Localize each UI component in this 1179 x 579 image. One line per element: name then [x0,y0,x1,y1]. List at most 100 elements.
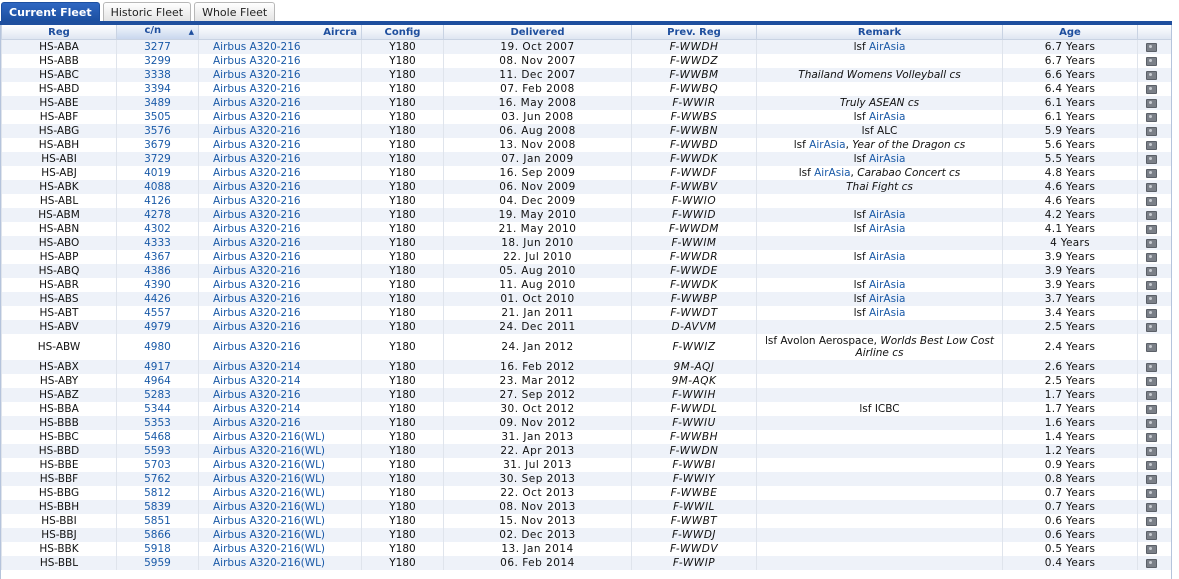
aircraft-cell[interactable]: Airbus A320-216(WL) [198,542,362,556]
aircraft-cell[interactable]: Airbus A320-216 [198,138,362,152]
tab-whole-fleet[interactable]: Whole Fleet [194,2,276,21]
camera-icon[interactable] [1146,168,1157,178]
cn-cell[interactable]: 3277 [116,39,199,54]
tab-historic-fleet[interactable]: Historic Fleet [102,2,192,21]
cn-cell[interactable]: 5703 [116,458,199,472]
aircraft-cell[interactable]: Airbus A320-216(WL) [198,514,362,528]
aircraft-cell[interactable]: Airbus A320-216(WL) [198,472,362,486]
cn-cell[interactable]: 5959 [116,556,199,570]
cn-cell[interactable]: 4088 [116,180,199,194]
aircraft-cell[interactable]: Airbus A320-216 [198,68,362,82]
aircraft-cell[interactable]: Airbus A320-216 [198,180,362,194]
camera-icon[interactable] [1146,460,1157,470]
camera-icon[interactable] [1146,390,1157,400]
camera-icon[interactable] [1146,224,1157,234]
camera-icon[interactable] [1146,294,1157,304]
remark-link[interactable]: AirAsia [869,41,905,53]
cn-cell[interactable]: 5762 [116,472,199,486]
column-header-remark[interactable]: Remark [756,25,1003,40]
column-header-cn[interactable]: c/n ▲ [116,25,199,40]
camera-icon[interactable] [1146,266,1157,276]
cn-cell[interactable]: 5468 [116,430,199,444]
camera-icon[interactable] [1146,252,1157,262]
cn-cell[interactable]: 4367 [116,250,199,264]
column-header-prev-reg[interactable]: Prev. Reg [631,25,757,40]
cn-cell[interactable]: 4386 [116,264,199,278]
cn-cell[interactable]: 4426 [116,292,199,306]
cn-cell[interactable]: 4964 [116,374,199,388]
cn-cell[interactable]: 5918 [116,542,199,556]
camera-icon[interactable] [1146,126,1157,136]
camera-icon[interactable] [1146,322,1157,332]
cn-cell[interactable]: 5283 [116,388,199,402]
aircraft-cell[interactable]: Airbus A320-216 [198,96,362,110]
aircraft-cell[interactable]: Airbus A320-216 [198,54,362,68]
camera-icon[interactable] [1146,516,1157,526]
aircraft-cell[interactable]: Airbus A320-216(WL) [198,458,362,472]
remark-link[interactable]: AirAsia [809,139,845,151]
remark-link[interactable]: AirAsia [869,251,905,263]
column-header-config[interactable]: Config [361,25,444,40]
camera-icon[interactable] [1146,530,1157,540]
aircraft-cell[interactable]: Airbus A320-216(WL) [198,486,362,500]
aircraft-cell[interactable]: Airbus A320-216 [198,152,362,166]
camera-icon[interactable] [1146,474,1157,484]
cn-cell[interactable]: 5866 [116,528,199,542]
aircraft-cell[interactable]: Airbus A320-216(WL) [198,528,362,542]
camera-icon[interactable] [1146,432,1157,442]
column-header-age[interactable]: Age [1002,25,1138,40]
cn-cell[interactable]: 5344 [116,402,199,416]
aircraft-cell[interactable]: Airbus A320-216 [198,208,362,222]
cn-cell[interactable]: 4980 [116,334,199,360]
aircraft-cell[interactable]: Airbus A320-216(WL) [198,444,362,458]
aircraft-cell[interactable]: Airbus A320-216 [198,82,362,96]
remark-link[interactable]: AirAsia [869,111,905,123]
camera-icon[interactable] [1146,42,1157,52]
remark-link[interactable]: AirAsia [869,307,905,319]
camera-icon[interactable] [1146,154,1157,164]
camera-icon[interactable] [1146,502,1157,512]
aircraft-cell[interactable]: Airbus A320-216 [198,292,362,306]
cn-cell[interactable]: 3505 [116,110,199,124]
column-header-delivered[interactable]: Delivered [443,25,632,40]
camera-icon[interactable] [1146,308,1157,318]
cn-cell[interactable]: 3679 [116,138,199,152]
cn-cell[interactable]: 4557 [116,306,199,320]
aircraft-cell[interactable]: Airbus A320-216(WL) [198,556,362,570]
remark-link[interactable]: AirAsia [869,279,905,291]
camera-icon[interactable] [1146,98,1157,108]
aircraft-cell[interactable]: Airbus A320-216(WL) [198,430,362,444]
aircraft-cell[interactable]: Airbus A320-216 [198,388,362,402]
cn-cell[interactable]: 3338 [116,68,199,82]
remark-link[interactable]: AirAsia [869,223,905,235]
aircraft-cell[interactable]: Airbus A320-216 [198,334,362,360]
cn-cell[interactable]: 3394 [116,82,199,96]
cn-cell[interactable]: 5839 [116,500,199,514]
cn-cell[interactable]: 3299 [116,54,199,68]
aircraft-cell[interactable]: Airbus A320-216 [198,222,362,236]
remark-link[interactable]: AirAsia [869,153,905,165]
camera-icon[interactable] [1146,56,1157,66]
remark-link[interactable]: AirAsia [814,167,850,179]
cn-cell[interactable]: 4278 [116,208,199,222]
cn-cell[interactable]: 5593 [116,444,199,458]
camera-icon[interactable] [1146,196,1157,206]
camera-icon[interactable] [1146,112,1157,122]
camera-icon[interactable] [1146,140,1157,150]
aircraft-cell[interactable]: Airbus A320-216 [198,124,362,138]
camera-icon[interactable] [1146,210,1157,220]
cn-cell[interactable]: 4126 [116,194,199,208]
camera-icon[interactable] [1146,558,1157,568]
remark-link[interactable]: AirAsia [869,293,905,305]
camera-icon[interactable] [1146,238,1157,248]
camera-icon[interactable] [1146,544,1157,554]
aircraft-cell[interactable]: Airbus A320-214 [198,402,362,416]
camera-icon[interactable] [1146,418,1157,428]
aircraft-cell[interactable]: Airbus A320-216 [198,194,362,208]
column-header-reg[interactable]: Reg [1,25,117,40]
aircraft-cell[interactable]: Airbus A320-216 [198,320,362,334]
camera-icon[interactable] [1146,362,1157,372]
aircraft-cell[interactable]: Airbus A320-216 [198,39,362,54]
cn-cell[interactable]: 5851 [116,514,199,528]
aircraft-cell[interactable]: Airbus A320-216 [198,264,362,278]
